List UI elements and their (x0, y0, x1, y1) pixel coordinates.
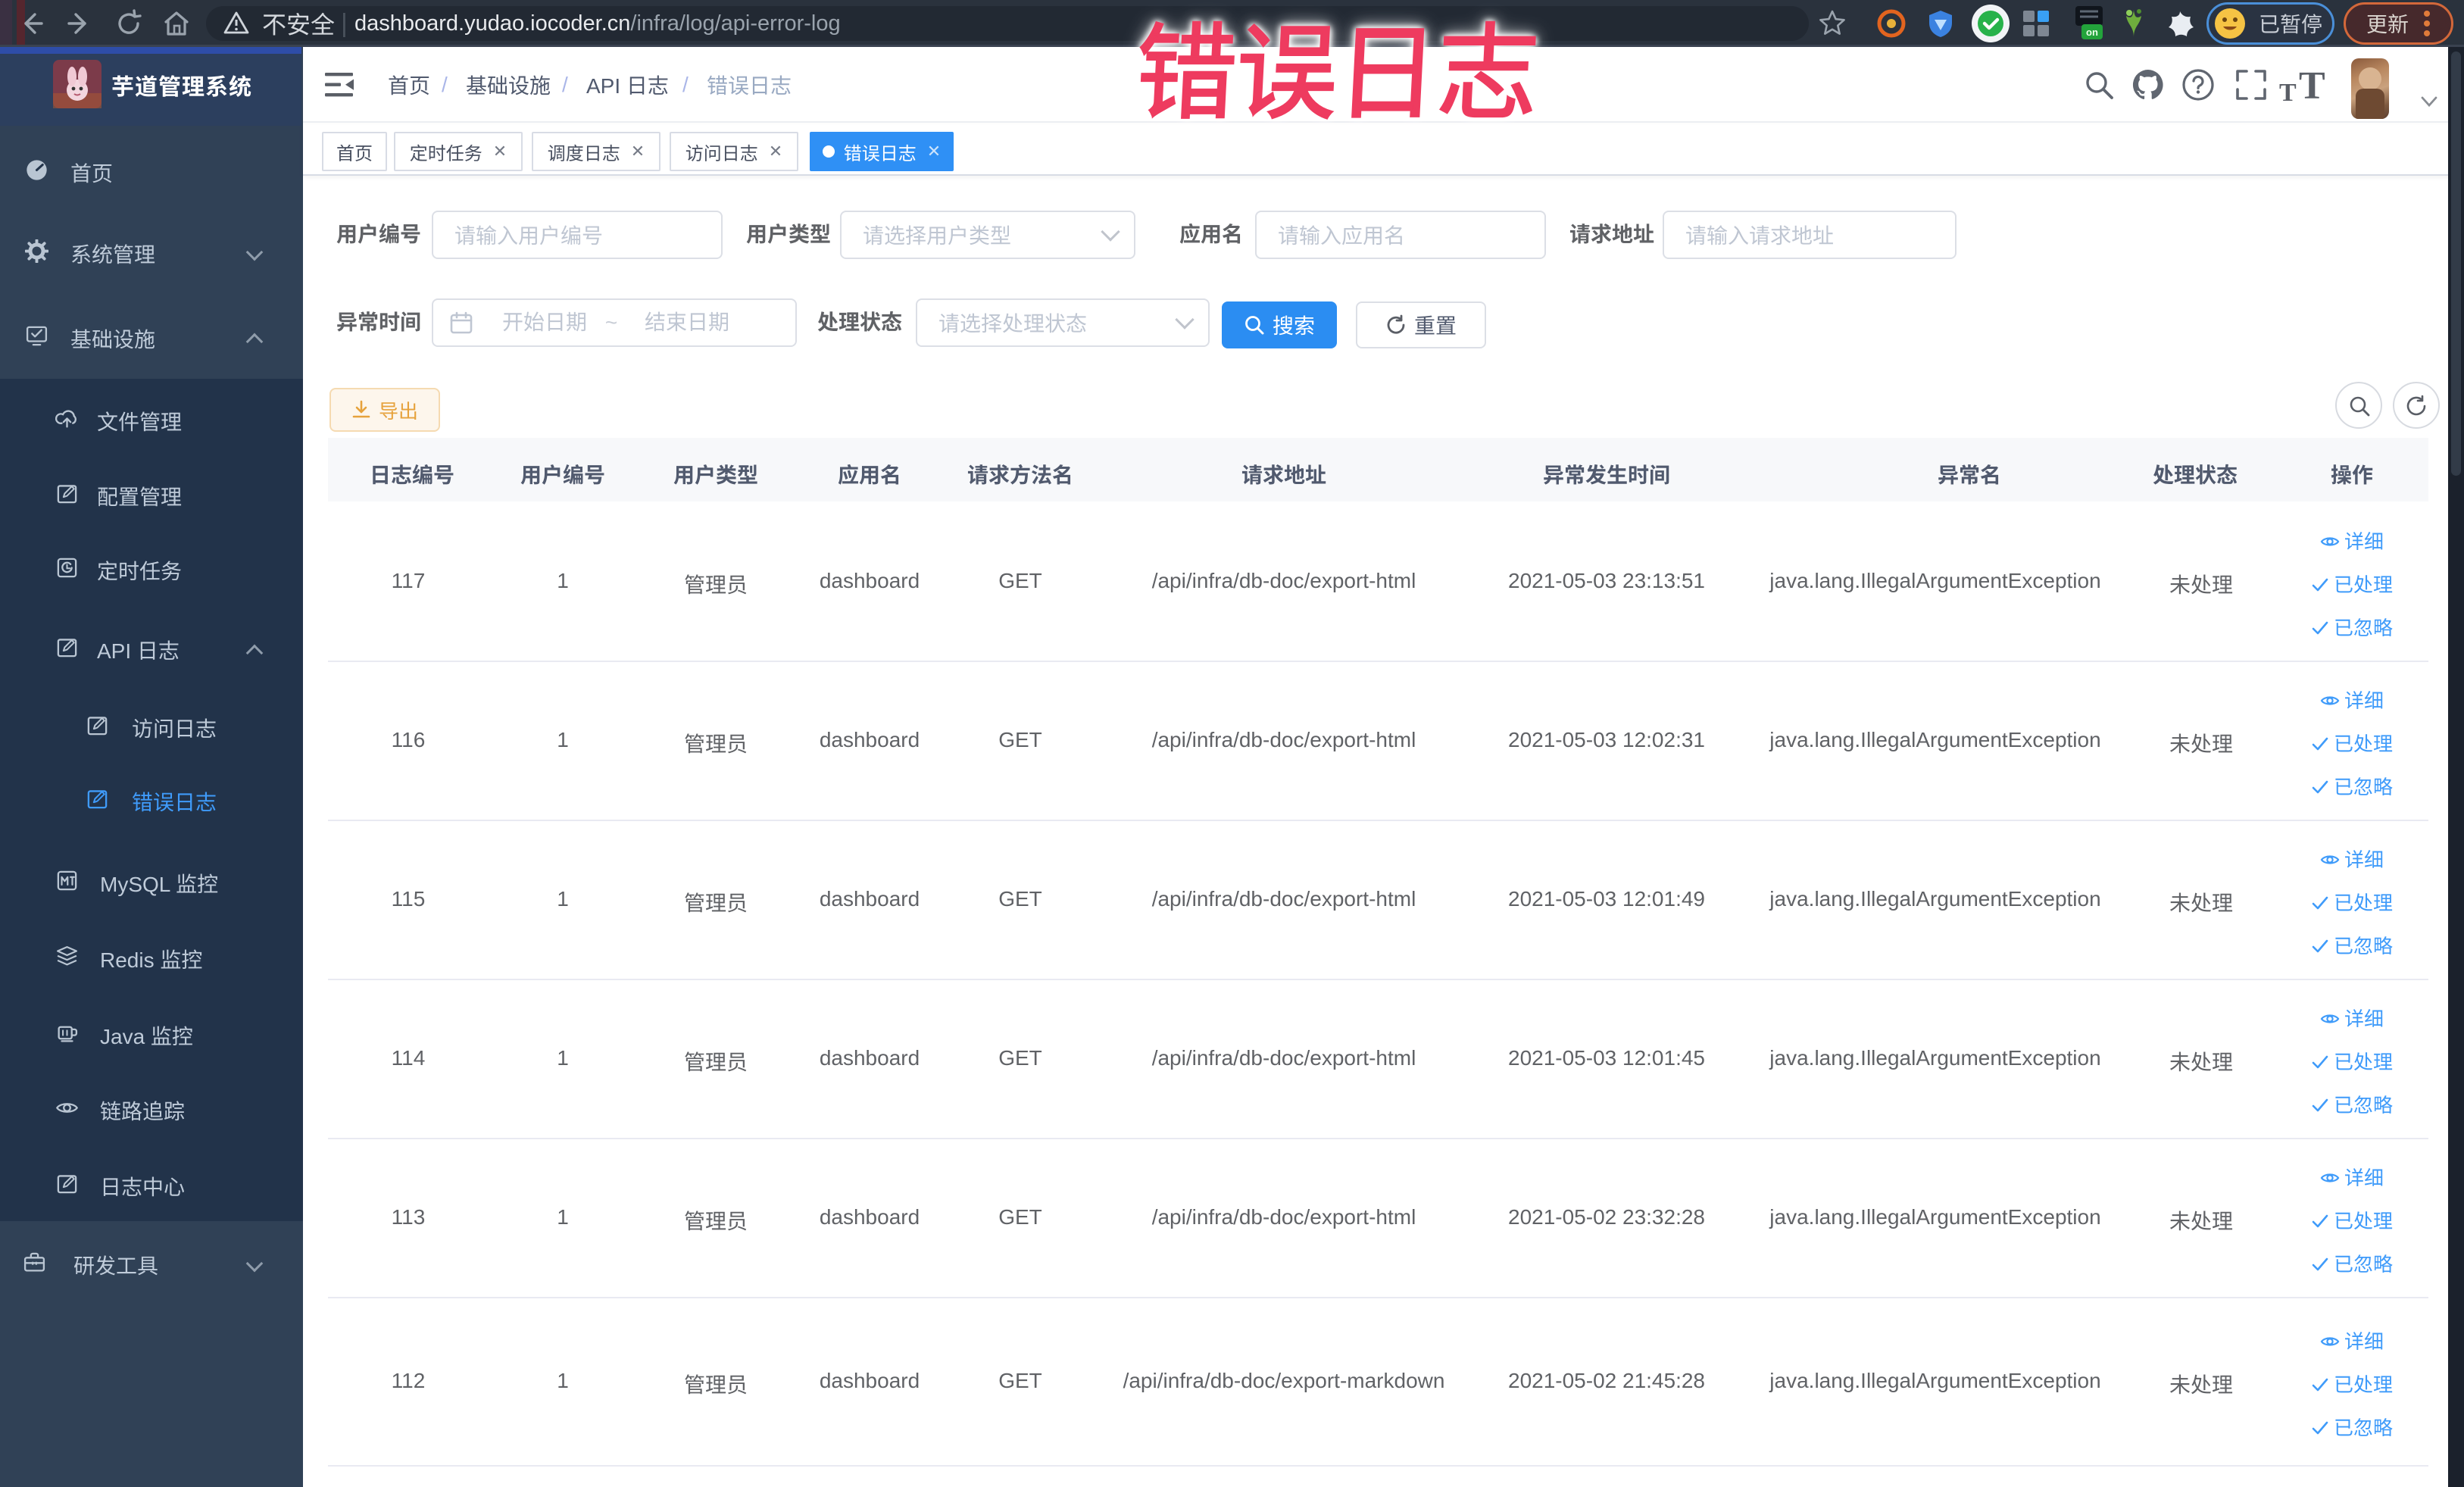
svg-text:on: on (2086, 27, 2098, 38)
